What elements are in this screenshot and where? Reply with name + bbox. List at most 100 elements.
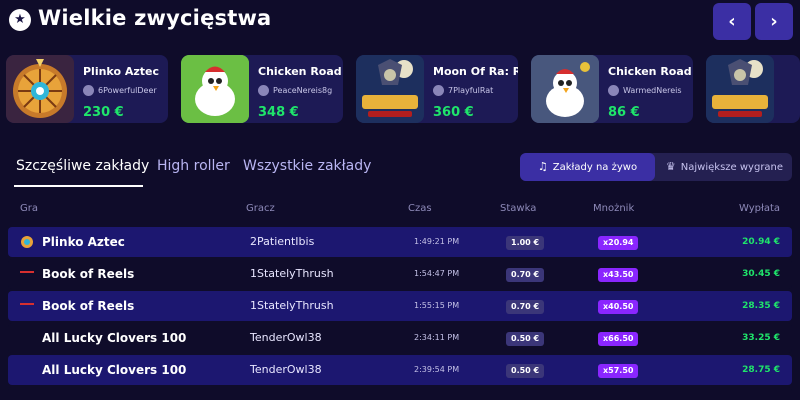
multiplier-badge: x57.50 [598, 363, 639, 378]
carousel-next-button[interactable]: › [755, 3, 793, 40]
row-multiplier: x43.50 [598, 259, 639, 289]
row-payout: 28.75 € [742, 365, 780, 375]
stake-badge: 0.50 € [506, 331, 545, 346]
big-win-user: WarmedNereis [608, 85, 693, 97]
row-stake: 0.50 € [506, 323, 545, 353]
big-wins-carousel: Plinko Aztec 6PowerfulDeer 230 € Chicken… [0, 50, 800, 130]
row-game[interactable]: All Lucky Clovers 100 [42, 323, 186, 353]
row-player: 2PatientIbis [250, 235, 315, 248]
big-win-game-name: Chicken Road [608, 65, 692, 78]
row-game[interactable]: Book of Reels [42, 259, 134, 289]
plinko-aztec-icon [21, 236, 33, 248]
row-time: 2:39:54 PM [414, 365, 460, 374]
big-win-user: 6PowerfulDeer [83, 85, 168, 97]
row-player: TenderOwl38 [250, 331, 322, 344]
bets-tabs: Szczęśliwe zakłady High roller Wszystkie… [0, 150, 800, 190]
game-thumbnail-moon-of-ra [356, 55, 424, 123]
live-bets-button[interactable]: ♫ Zakłady na żywo [520, 153, 655, 181]
row-payout: 28.35 € [742, 301, 780, 311]
stake-badge: 0.70 € [506, 267, 545, 282]
user-avatar-icon [433, 85, 444, 96]
row-time: 1:55:15 PM [414, 301, 460, 310]
bets-view-toggle: ♫ Zakłady na żywo ♛ Największe wygrane [520, 153, 792, 181]
section-title: Wielkie zwycięstwa [38, 6, 272, 30]
row-stake: 0.70 € [506, 259, 545, 289]
big-win-user: PeaceNereis8g [258, 85, 343, 97]
user-avatar-icon [83, 85, 94, 96]
big-win-game-name: Moon Of Ra: Ru [433, 65, 518, 78]
row-multiplier: x57.50 [598, 355, 639, 385]
column-header-payout: Wypłata [739, 203, 780, 214]
big-win-card[interactable]: Chicken Road WarmedNereis 86 € [531, 55, 693, 123]
row-time: 1:54:47 PM [414, 269, 460, 278]
column-header-game: Gra [20, 203, 38, 214]
row-time: 2:34:11 PM [414, 333, 460, 342]
row-stake: 0.70 € [506, 291, 545, 321]
column-header-stake: Stawka [500, 203, 537, 214]
music-note-icon: ♫ [537, 160, 548, 173]
row-game[interactable]: Plinko Aztec [42, 227, 125, 257]
multiplier-badge: x43.50 [598, 267, 639, 282]
row-multiplier: x40.50 [598, 291, 639, 321]
row-payout: 30.45 € [742, 269, 780, 279]
row-payout: 33.25 € [742, 333, 780, 343]
table-header: Gra Gracz Czas Stawka Mnożnik Wypłata [0, 203, 800, 223]
stake-badge: 1.00 € [506, 235, 545, 250]
row-multiplier: x66.50 [598, 323, 639, 353]
big-win-username: 6PowerfulDeer [98, 86, 157, 95]
tab-high-roller[interactable]: High roller [157, 158, 230, 174]
live-bets-label: Zakłady na żywo [552, 162, 638, 173]
game-thumbnail-plinko-aztec [6, 55, 74, 123]
book-of-reels-icon [20, 271, 34, 273]
table-row[interactable]: Book of Reels 1StatelyThrush 1:55:15 PM … [8, 291, 792, 321]
multiplier-badge: x40.50 [598, 299, 639, 314]
big-win-username: WarmedNereis [623, 86, 682, 95]
user-avatar-icon [608, 85, 619, 96]
biggest-wins-button[interactable]: ♛ Największe wygrane [657, 153, 792, 181]
book-of-reels-icon [20, 303, 34, 305]
big-win-amount: 86 € [608, 105, 640, 120]
active-tab-indicator [14, 185, 143, 187]
big-win-game-name: Chicken Road 2 [258, 65, 343, 78]
column-header-multiplier: Mnożnik [593, 203, 635, 214]
carousel-prev-button[interactable]: ‹ [713, 3, 751, 40]
big-win-game-name: Plinko Aztec [83, 65, 159, 78]
game-thumbnail-moon-of-ra [706, 55, 774, 123]
bets-table: Plinko Aztec 2PatientIbis 1:49:21 PM 1.0… [0, 226, 800, 400]
row-game[interactable]: All Lucky Clovers 100 [42, 355, 186, 385]
big-wins-header: ★ Wielkie zwycięstwa ‹ › [0, 0, 800, 44]
row-stake: 1.00 € [506, 227, 545, 257]
table-row[interactable]: All Lucky Clovers 100 TenderOwl38 2:39:5… [8, 355, 792, 385]
tab-all-bets[interactable]: Wszystkie zakłady [243, 158, 371, 174]
table-row[interactable]: Book of Reels 1StatelyThrush 1:54:47 PM … [8, 259, 792, 289]
big-win-card[interactable] [706, 55, 800, 123]
biggest-wins-label: Największe wygrane [680, 162, 784, 173]
game-thumbnail-chicken-road [531, 55, 599, 123]
row-player: 1StatelyThrush [250, 267, 334, 280]
big-win-card[interactable]: Chicken Road 2 PeaceNereis8g 348 € [181, 55, 343, 123]
table-row[interactable]: Plinko Aztec 2PatientIbis 1:49:21 PM 1.0… [8, 227, 792, 257]
row-stake: 0.50 € [506, 355, 545, 385]
column-header-time: Czas [408, 203, 432, 214]
row-time: 1:49:21 PM [414, 237, 460, 246]
table-row[interactable] [8, 387, 792, 400]
big-win-card[interactable]: Plinko Aztec 6PowerfulDeer 230 € [6, 55, 168, 123]
multiplier-badge: x20.94 [598, 235, 639, 250]
row-multiplier: x20.94 [598, 227, 639, 257]
big-win-card[interactable]: Moon Of Ra: Ru 7PlayfulRat 360 € [356, 55, 518, 123]
game-thumbnail-chicken-road-2 [181, 55, 249, 123]
big-win-amount: 230 € [83, 105, 124, 120]
big-win-username: 7PlayfulRat [448, 86, 494, 95]
big-win-amount: 348 € [258, 105, 299, 120]
stake-badge: 0.70 € [506, 299, 545, 314]
table-row[interactable]: All Lucky Clovers 100 TenderOwl38 2:34:1… [8, 323, 792, 353]
row-player: TenderOwl38 [250, 363, 322, 376]
star-icon: ★ [9, 9, 31, 31]
stake-badge: 0.50 € [506, 363, 545, 378]
tab-lucky-bets[interactable]: Szczęśliwe zakłady [16, 158, 149, 174]
row-game[interactable]: Book of Reels [42, 291, 134, 321]
crown-icon: ♛ [665, 160, 676, 173]
big-win-username: PeaceNereis8g [273, 86, 333, 95]
column-header-player: Gracz [246, 203, 275, 214]
big-win-amount: 360 € [433, 105, 474, 120]
